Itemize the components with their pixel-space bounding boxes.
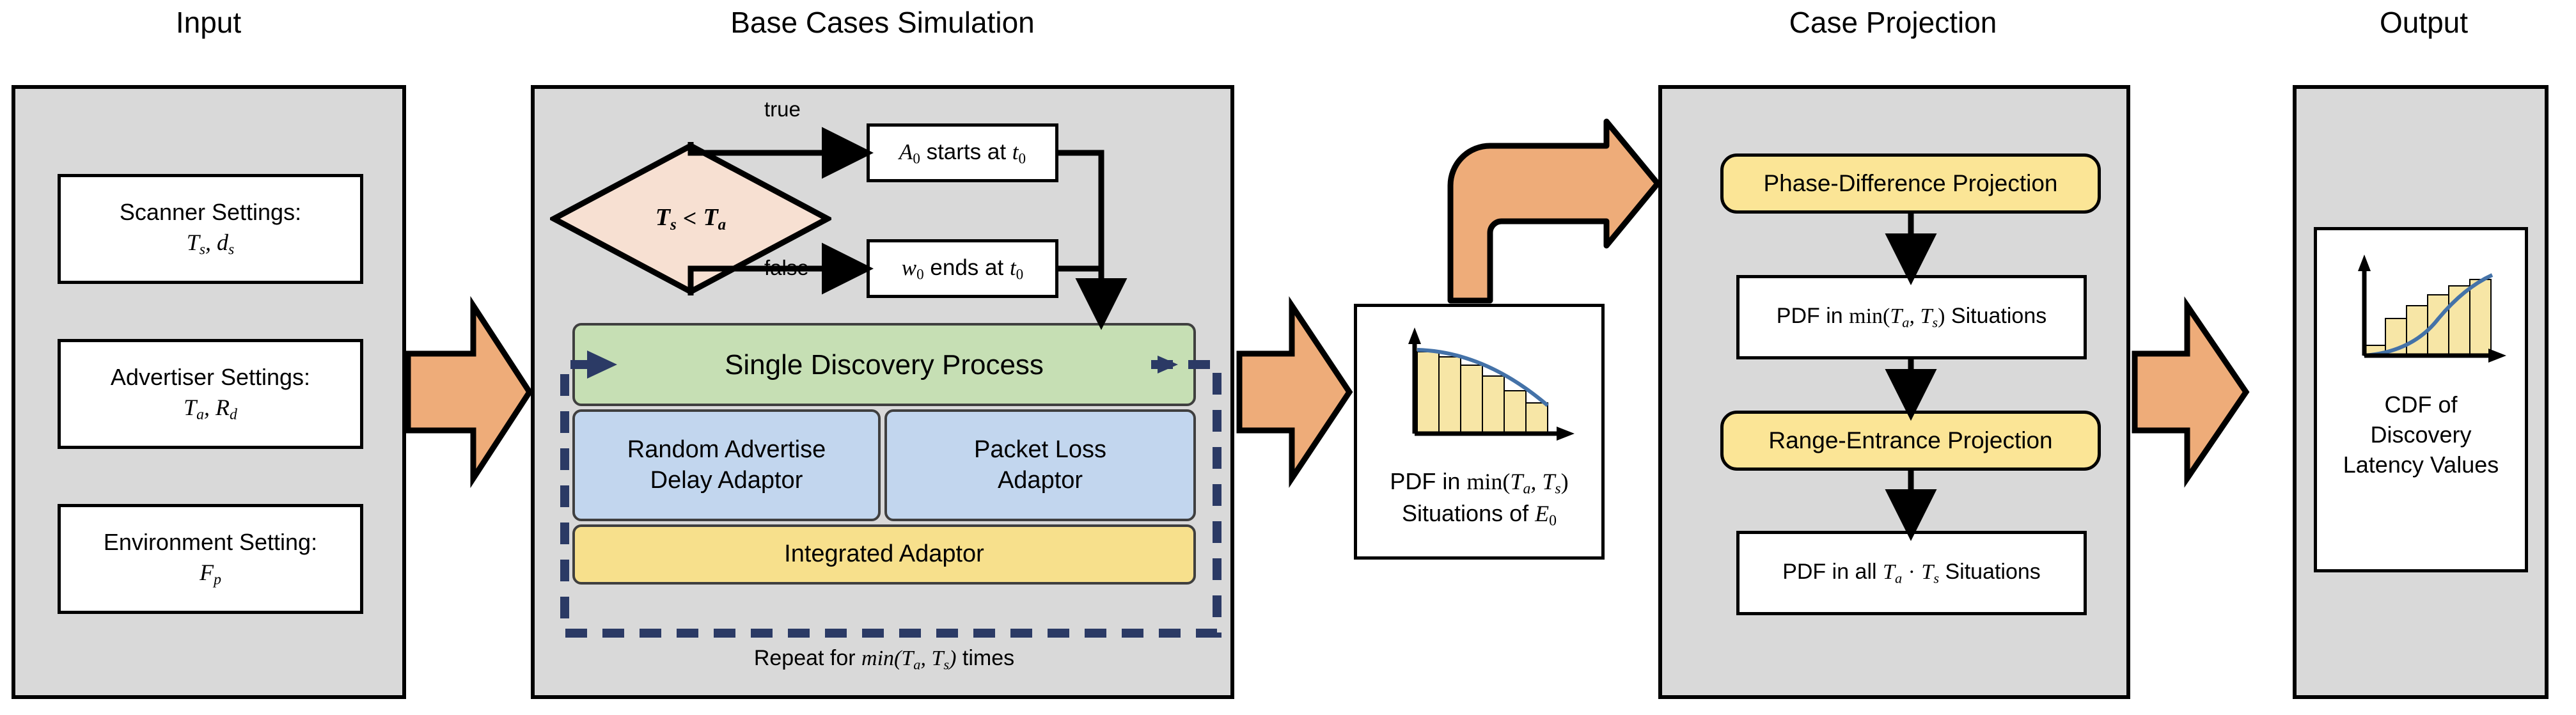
process-single-discovery: Single Discovery Process <box>572 323 1196 406</box>
stage-box-pdf-caption-line2: Situations of E0 <box>1402 500 1557 530</box>
output-box-cdf-caption: CDF of Discovery Latency Values <box>2317 390 2525 480</box>
panel-title-input: Input <box>175 6 242 39</box>
projection-result-pdf-min-label: PDF in min(Ta, Ts) Situations <box>1776 304 2047 331</box>
input-box-advertiser-label: Advertiser Settings: <box>110 364 311 391</box>
branch-box-w0-label: w0 ends at t0 <box>901 255 1024 283</box>
input-box-scanner-settings: Scanner Settings: Ts, ds <box>58 174 363 284</box>
panel-title-output: Output <box>2379 6 2469 39</box>
projection-result-pdf-min: PDF in min(Ta, Ts) Situations <box>1736 275 2087 359</box>
input-box-advertiser-settings: Advertiser Settings: Ta, Rd <box>58 339 363 449</box>
projection-step-range-entrance-label: Range-Entrance Projection <box>1768 427 2053 453</box>
output-caption-line1: CDF of <box>2384 391 2458 418</box>
arrow-case-projection-to-output <box>2132 296 2250 488</box>
panel-title-case-projection: Case Projection <box>1789 6 1997 39</box>
branch-box-a0-starts: A0 starts at t0 <box>867 123 1058 182</box>
adaptor-integrated: Integrated Adaptor <box>572 524 1196 585</box>
edge-label-false: false <box>764 256 809 279</box>
process-single-discovery-label: Single Discovery Process <box>725 349 1044 381</box>
edge-label-true: true <box>764 97 801 121</box>
branch-box-w0-ends: w0 ends at t0 <box>867 239 1058 298</box>
projection-step-phase-difference: Phase-Difference Projection <box>1720 153 2101 214</box>
projection-step-phase-difference-label: Phase-Difference Projection <box>1763 170 2058 196</box>
input-box-environment-label: Environment Setting: <box>103 529 318 556</box>
stage-box-pdf-e0: PDF in min(Ta, Ts) Situations of E0 <box>1354 304 1605 560</box>
input-box-advertiser-symbols: Ta, Rd <box>184 394 237 423</box>
output-box-cdf: CDF of Discovery Latency Values <box>2314 227 2528 572</box>
pdf-histogram-chart <box>1389 324 1581 452</box>
arrow-pdf-to-case-projection-elbow <box>1447 118 1661 304</box>
arrow-input-to-base-cases <box>405 295 533 489</box>
input-box-environment-symbols: Fp <box>200 559 221 588</box>
input-box-scanner-symbols: Ts, ds <box>186 229 235 258</box>
input-box-environment-setting: Environment Setting: Fp <box>58 504 363 614</box>
adaptor-packet-loss: Packet Loss Adaptor <box>884 409 1196 521</box>
adaptor-packet-loss-label: Packet Loss Adaptor <box>974 436 1106 494</box>
repeat-caption: Repeat for min(Ta, Ts) times <box>753 646 1015 673</box>
output-caption-line2: Discovery <box>2370 421 2472 448</box>
projection-result-pdf-all-label: PDF in all Ta · Ts Situations <box>1782 560 2041 586</box>
stage-box-pdf-caption: PDF in min(Ta, Ts) Situations of E0 <box>1357 467 1601 531</box>
projection-step-range-entrance: Range-Entrance Projection <box>1720 411 2101 471</box>
diagram-canvas: Input Base Cases Simulation Case Project… <box>0 0 2576 715</box>
arrow-base-cases-to-pdf <box>1236 296 1353 488</box>
adaptor-random-advertise-delay: Random Advertise Delay Adaptor <box>572 409 881 521</box>
adaptor-integrated-label: Integrated Adaptor <box>784 540 984 568</box>
output-caption-line3: Latency Values <box>2343 451 2499 478</box>
input-box-scanner-label: Scanner Settings: <box>119 199 302 226</box>
projection-result-pdf-all: PDF in all Ta · Ts Situations <box>1736 531 2087 615</box>
stage-box-pdf-caption-line1: PDF in min(Ta, Ts) <box>1390 468 1569 498</box>
branch-box-a0-label: A0 starts at t0 <box>899 139 1026 167</box>
panel-title-base-cases: Base Cases Simulation <box>730 6 1035 39</box>
cdf-histogram-chart <box>2336 249 2510 371</box>
adaptor-random-advertise-delay-label: Random Advertise Delay Adaptor <box>627 436 826 494</box>
